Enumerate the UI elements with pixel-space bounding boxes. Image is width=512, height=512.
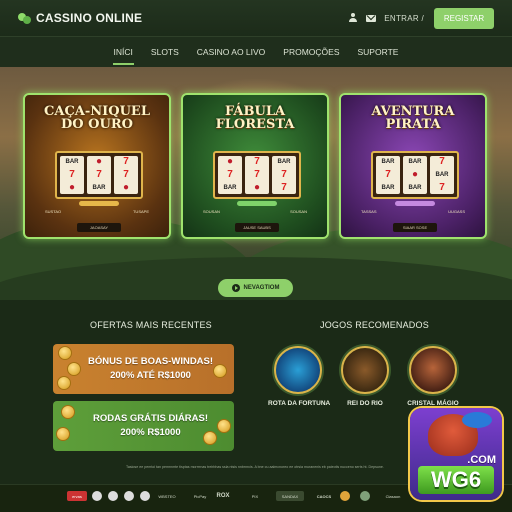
payment-logo: SANDAX xyxy=(276,491,304,501)
logo[interactable]: CASSINO ONLINE xyxy=(18,11,142,25)
offer-welcome-bonus[interactable]: BÓNUS DE BOAS-WINDAS! 200% ATÉ R$1000 xyxy=(53,344,234,394)
hero-cta-button[interactable]: NEVAGTIOM xyxy=(218,279,293,297)
coin-icon xyxy=(213,364,227,378)
game-name: REI DO RIO xyxy=(347,400,383,407)
card-play-button[interactable]: JAOASAY xyxy=(77,223,121,232)
payment-logo xyxy=(360,491,370,501)
game-card-fabula-floresta[interactable]: FÁBULA FLORESTA ● 7 BAR 7 7 ● BAR 7 7 SOUSAN S… xyxy=(181,93,329,239)
reel: ● 7 BAR xyxy=(87,156,111,194)
top-bar: CASSINO ONLINE ENTRAR / REGISTAR xyxy=(0,0,512,36)
recommended-game-cristal-magio[interactable]: CRISTAL MÁGIO xyxy=(403,346,463,407)
reel: BAR 7 ● xyxy=(60,156,84,194)
nav-item-support[interactable]: SUPORTE xyxy=(349,37,408,68)
coin-icon xyxy=(58,346,72,360)
nav-item-casino-live[interactable]: CASINO AO LIVO xyxy=(188,37,275,68)
reel: BAR 7 BAR xyxy=(376,156,400,194)
card-title: FÁBULA FLORESTA xyxy=(215,104,295,132)
offer-free-spins[interactable]: RODAS GRÁTIS DIÁRAS! 200% R$1000 xyxy=(53,401,234,451)
user-icon[interactable] xyxy=(348,13,358,23)
card-play-button[interactable]: SIAAR SOSE xyxy=(393,223,437,232)
coin-icon xyxy=(217,419,231,433)
offers-title: OFERTAS MAIS RECENTES xyxy=(90,320,212,330)
recommended-game-rota-da-fortuna[interactable]: ROTA DA FORTUNA xyxy=(268,346,331,407)
recommended-title: JOGOS RECOMENADOS xyxy=(320,320,429,330)
hero-banner: CAÇA-NIQUEL DO OURO BAR 7 ● ● 7 BAR 7 7 ● SUST… xyxy=(0,67,512,300)
slot-reels: ● 7 BAR 7 7 ● BAR 7 7 xyxy=(213,151,301,199)
slot-reels: BAR 7 ● ● 7 BAR 7 7 ● xyxy=(55,151,143,199)
game-card-aventura-pirata[interactable]: AVENTURA PIRATA BAR 7 BAR BAR ● BAR 7 BAR 7 TA… xyxy=(339,93,487,239)
payment-logo: ervas xyxy=(67,491,87,501)
card-title: CAÇA-NIQUEL DO OURO xyxy=(44,104,150,132)
coin-icon xyxy=(61,405,75,419)
card-play-button[interactable]: JAUSE SAUBS xyxy=(235,223,279,232)
coin-icon xyxy=(56,427,70,441)
spin-bar xyxy=(395,201,435,206)
hat-icon xyxy=(462,412,492,428)
domain-badge: .COM xyxy=(467,454,496,466)
spin-bar xyxy=(237,201,277,206)
payment-logo xyxy=(92,491,102,501)
payment-logo: WBSTEO xyxy=(158,493,176,499)
payment-logo xyxy=(108,491,118,501)
reel: 7 7 ● xyxy=(245,156,269,194)
game-name: ROTA DA FORTUNA xyxy=(268,400,331,407)
wheel-icon xyxy=(274,346,322,394)
reel: 7 7 ● xyxy=(114,156,138,194)
nav-item-inicio[interactable]: INÍCI xyxy=(105,37,142,68)
card-labels: SUSTAO TUSAPE xyxy=(45,209,149,214)
wg6-logo: WG6 xyxy=(418,466,494,494)
register-button[interactable]: REGISTAR xyxy=(434,7,494,29)
payment-logo: Clasaon xyxy=(385,493,401,499)
payment-logo: ROX xyxy=(216,493,230,499)
main-nav: INÍCI SLOTS CASINO AO LIVO PROMOÇÕES SUP… xyxy=(0,36,512,67)
card-title: AVENTURA PIRATA xyxy=(371,104,455,132)
reel: BAR ● BAR xyxy=(403,156,427,194)
login-link[interactable]: ENTRAR / xyxy=(384,14,424,23)
payment-logo xyxy=(340,491,350,501)
payment-logo: PIX xyxy=(251,493,259,499)
nav-item-slots[interactable]: SLOTS xyxy=(142,37,188,68)
reel: BAR 7 7 xyxy=(272,156,296,194)
game-name: CRISTAL MÁGIO xyxy=(407,400,459,407)
logo-text: CASSINO ONLINE xyxy=(36,11,143,25)
clover-logo-icon xyxy=(18,11,32,25)
slot-reels: BAR 7 BAR BAR ● BAR 7 BAR 7 xyxy=(371,151,459,199)
reel: 7 BAR 7 xyxy=(430,156,454,194)
wg6-promo-badge[interactable]: .COM WG6 xyxy=(410,408,502,500)
play-icon xyxy=(231,284,240,292)
card-labels: SOUSAN SOUSAN xyxy=(203,209,307,214)
reel: ● 7 BAR xyxy=(218,156,242,194)
spin-bar xyxy=(79,201,119,206)
payment-logo: PicPay xyxy=(193,493,207,499)
mail-icon[interactable] xyxy=(366,14,377,22)
payment-logo xyxy=(124,491,134,501)
disclaimer-text: Tasiose ee pemtoi tan pemrnmte tisptas m… xyxy=(126,465,384,469)
coin-icon xyxy=(203,431,217,445)
game-card-caca-niquel[interactable]: CAÇA-NIQUEL DO OURO BAR 7 ● ● 7 BAR 7 7 ● SUST… xyxy=(23,93,171,239)
account-area: ENTRAR / REGISTAR xyxy=(348,7,494,29)
payment-logo xyxy=(140,491,150,501)
crystal-icon xyxy=(409,346,457,394)
coin-icon xyxy=(57,376,71,390)
nav-item-promotions[interactable]: PROMOÇÕES xyxy=(274,37,348,68)
river-icon xyxy=(341,346,389,394)
recommended-game-rei-do-rio[interactable]: REI DO RIO xyxy=(335,346,395,407)
card-labels: TASSAS UUGASS xyxy=(361,209,465,214)
payment-logo: CAOCS xyxy=(316,493,332,499)
